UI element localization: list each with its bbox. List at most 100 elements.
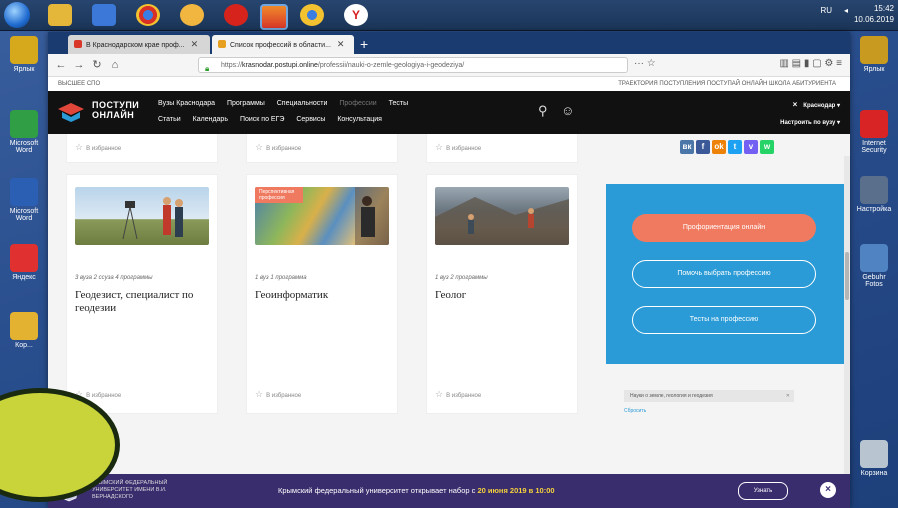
education-links[interactable]: ВЫСШЕЕ СПО xyxy=(58,77,100,91)
star-icon: ☆ xyxy=(435,389,444,399)
desktop-icon[interactable]: Яндекс xyxy=(4,244,44,281)
desktop-icon[interactable]: Internet Security xyxy=(854,110,894,154)
favorite-button[interactable]: ☆ В избранное xyxy=(255,389,301,400)
favorite-button[interactable]: ☆ В избранное xyxy=(255,142,301,153)
favorite-label: В избранное xyxy=(266,146,302,152)
whatsapp-share-icon[interactable]: w xyxy=(760,140,774,154)
favorite-button[interactable]: ☆ В избранное xyxy=(435,389,481,400)
career-guidance-button[interactable]: Профориентация онлайн xyxy=(632,214,816,242)
profession-tests-button[interactable]: Тесты на профессию xyxy=(632,306,816,334)
menu-universities[interactable]: Вузы Краснодара xyxy=(158,100,215,107)
learn-more-button[interactable]: Узнать xyxy=(738,482,788,500)
chrome-alt-icon[interactable] xyxy=(300,4,324,26)
url-host: krasnodar.postupi.online xyxy=(242,62,318,69)
desktop-icon[interactable]: Microsoft Word xyxy=(4,110,44,154)
close-tab-icon[interactable]: ✕ xyxy=(337,39,345,49)
menu-tests[interactable]: Тесты xyxy=(389,100,409,107)
user-icon[interactable]: ☺ xyxy=(561,103,574,118)
menu-professions[interactable]: Профессии xyxy=(339,100,376,107)
help-choose-button[interactable]: Помочь выбрать профессию xyxy=(632,260,816,288)
scrollbar-thumb[interactable] xyxy=(845,252,849,300)
shield-icon xyxy=(860,110,888,138)
profession-card[interactable]: 1 вуз 2 программы Геолог ☆ В избранное xyxy=(426,174,578,414)
menu-ege-search[interactable]: Поиск по ЕГЭ xyxy=(240,116,284,123)
favorite-label: В избранное xyxy=(266,393,302,399)
close-banner-icon[interactable]: × xyxy=(820,482,836,498)
reset-filters-link[interactable]: Сбросить xyxy=(624,408,646,414)
browser-icon[interactable] xyxy=(180,4,204,26)
promo-banner: КРЫМСКИЙ ФЕДЕРАЛЬНЫЙ УНИВЕРСИТЕТ ИМЕНИ В… xyxy=(48,474,850,508)
photos-icon xyxy=(860,244,888,272)
twitter-share-icon[interactable]: t xyxy=(728,140,742,154)
desktop-icon[interactable]: Корзина xyxy=(854,440,894,477)
reload-icon[interactable]: ↻ xyxy=(90,58,104,72)
browser-tab[interactable]: В Краснодарском крае проф... ✕ xyxy=(68,35,210,54)
card-meta: 1 вуз 2 программы xyxy=(435,275,488,281)
card-title[interactable]: Геодезист, специалист по геодезии xyxy=(75,289,209,315)
desktop-icon[interactable]: Ярлык xyxy=(4,36,44,73)
career-guidance-box: Профориентация онлайн Помочь выбрать про… xyxy=(606,184,850,364)
home-icon[interactable]: ⌂ xyxy=(108,58,122,72)
yandex-browser-icon[interactable]: Y xyxy=(344,4,368,26)
clock[interactable]: 15:42 10.06.2019 xyxy=(854,3,894,25)
desktop-icon[interactable]: Microsoft Word xyxy=(4,178,44,222)
desktop-icon-label: Корзина xyxy=(860,470,888,477)
card-title[interactable]: Геоинформатик xyxy=(255,289,389,302)
desktop-icon[interactable]: Кор... xyxy=(4,312,44,349)
search-icon[interactable]: ⚲ xyxy=(538,103,548,118)
desktop-icon-label: Кор... xyxy=(15,342,33,349)
setup-by-university[interactable]: Настроить по вузу ▾ xyxy=(780,119,840,126)
page-actions[interactable]: ··· ☆ xyxy=(634,58,656,69)
menu-calendar[interactable]: Календарь xyxy=(193,116,228,123)
calendar-icon[interactable] xyxy=(92,4,116,26)
facebook-share-icon[interactable]: f xyxy=(696,140,710,154)
firefox-icon[interactable] xyxy=(260,4,288,30)
viber-share-icon[interactable]: v xyxy=(744,140,758,154)
menu-consultation[interactable]: Консультация xyxy=(337,116,382,123)
remove-filter-icon[interactable]: ✕ xyxy=(786,390,790,402)
secondary-menu: Статьи Календарь Поиск по ЕГЭ Сервисы Ко… xyxy=(158,116,392,123)
settings-icon xyxy=(860,176,888,204)
menu-services[interactable]: Сервисы xyxy=(296,116,325,123)
tab-favicon-icon xyxy=(218,40,226,48)
desktop-icon[interactable]: Gebuhr Fotos xyxy=(854,244,894,288)
ok-share-icon[interactable]: ok xyxy=(712,140,726,154)
desktop-icon[interactable]: Ярлык xyxy=(854,36,894,73)
volume-icon[interactable]: ◂ xyxy=(844,6,848,15)
banner-message-text: Крымский федеральный университет открыва… xyxy=(278,486,478,495)
desktop-icon[interactable]: Настройка xyxy=(854,176,894,213)
start-button[interactable] xyxy=(4,2,30,28)
top-links[interactable]: ТРАЕКТОРИЯ ПОСТУПЛЕНИЯ ПОСТУПАЙ ОНЛАЙН Ш… xyxy=(618,77,836,91)
profession-card[interactable]: Перспективная профессия 1 вуз 1 программ… xyxy=(246,174,398,414)
forward-icon[interactable]: → xyxy=(72,58,86,72)
explorer-icon[interactable] xyxy=(48,4,72,26)
toolbar-icons[interactable]: ▥ ▤ ▮ ▢ ⚙ ≡ xyxy=(779,58,842,69)
menu-programs[interactable]: Программы xyxy=(227,100,265,107)
back-icon[interactable]: ← xyxy=(54,58,68,72)
page-scrollbar[interactable] xyxy=(844,156,850,474)
clear-city-icon[interactable]: × xyxy=(793,100,798,109)
card-title[interactable]: Геолог xyxy=(435,289,569,302)
favorite-button[interactable]: ☆ В избранное xyxy=(435,142,481,153)
logo-icon[interactable] xyxy=(58,101,84,123)
opera-icon[interactable] xyxy=(224,4,248,26)
filter-chip[interactable]: Науки о земле, геология и геодезия ✕ xyxy=(624,390,794,402)
profession-card[interactable]: 3 вуза 2 ссуза 4 программы Геодезист, сп… xyxy=(66,174,218,414)
favorite-button[interactable]: ☆ В избранное xyxy=(75,142,121,153)
share-buttons: вк f ok t v w xyxy=(680,140,776,154)
tab-favicon-icon xyxy=(74,40,82,48)
close-tab-icon[interactable]: ✕ xyxy=(191,39,199,49)
logo-text[interactable]: ПОСТУПИ ОНЛАЙН xyxy=(92,100,139,120)
star-icon: ☆ xyxy=(75,142,84,152)
address-bar[interactable]: 🔒︎ https://krasnodar.postupi.online/prof… xyxy=(198,57,628,73)
menu-articles[interactable]: Статьи xyxy=(158,116,181,123)
new-tab-button[interactable]: + xyxy=(360,36,368,52)
tray-language[interactable]: RU xyxy=(820,6,832,15)
vk-share-icon[interactable]: вк xyxy=(680,140,694,154)
desktop-icon-label: Gebuhr Fotos xyxy=(862,274,886,288)
menu-specialties[interactable]: Специальности xyxy=(277,100,328,107)
chrome-icon[interactable] xyxy=(136,4,160,26)
browser-tab-active[interactable]: Список профессий в области... ✕ xyxy=(212,35,354,54)
city-selector[interactable]: × Краснодар ▾ xyxy=(793,100,840,109)
tab-title: В Краснодарском крае проф... xyxy=(86,42,185,49)
